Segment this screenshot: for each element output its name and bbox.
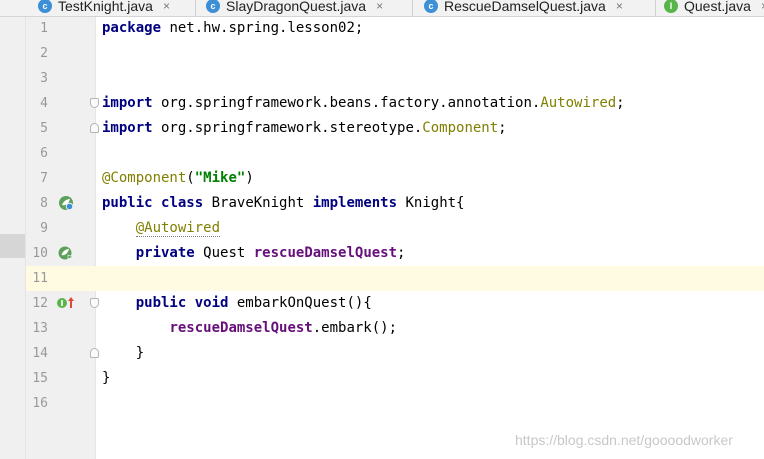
tab-divider xyxy=(195,0,196,16)
code-text[interactable]: package net.hw.spring.lesson02; xyxy=(102,16,363,41)
close-icon[interactable]: × xyxy=(163,0,170,13)
line-number: 15 xyxy=(32,371,48,386)
class-icon: c xyxy=(38,0,52,13)
code-text[interactable]: public class BraveKnight implements Knig… xyxy=(102,191,464,216)
line-number: 1 xyxy=(40,21,48,36)
code-line[interactable]: 3 xyxy=(26,66,764,91)
tab-testknight[interactable]: c TestKnight.java × xyxy=(38,0,170,16)
spring-bean-autowired-icon[interactable] xyxy=(58,245,74,261)
code-text[interactable]: @Component("Mike") xyxy=(102,166,254,191)
line-number: 2 xyxy=(40,46,48,61)
class-icon: c xyxy=(206,0,220,13)
code-text[interactable]: } xyxy=(102,366,110,391)
code-text[interactable]: } xyxy=(102,341,144,366)
line-number: 14 xyxy=(32,346,48,361)
tab-rescuedamselquest[interactable]: c RescueDamselQuest.java × xyxy=(424,0,623,16)
code-line[interactable]: 16 xyxy=(26,391,764,416)
tab-quest[interactable]: I Quest.java × xyxy=(664,0,764,16)
code-line[interactable]: 5 import org.springframework.stereotype.… xyxy=(26,116,764,141)
fold-end-icon[interactable] xyxy=(90,348,99,358)
code-text[interactable]: import org.springframework.beans.factory… xyxy=(102,91,625,116)
line-number: 4 xyxy=(40,96,48,111)
code-line[interactable]: 7 @Component("Mike") xyxy=(26,166,764,191)
code-line[interactable]: 12 public void embarkOnQuest(){ xyxy=(26,291,764,316)
tab-label: SlayDragonQuest.java xyxy=(226,0,367,14)
code-line[interactable]: 2 xyxy=(26,41,764,66)
code-line[interactable]: 8 public class BraveKnight implements Kn… xyxy=(26,191,764,216)
code-line[interactable]: 14 } xyxy=(26,341,764,366)
code-line[interactable]: 15 } xyxy=(26,366,764,391)
line-number: 13 xyxy=(32,321,48,336)
line-number: 8 xyxy=(40,196,48,211)
code-text[interactable]: public void embarkOnQuest(){ xyxy=(102,291,372,316)
line-number: 12 xyxy=(32,296,48,311)
scroll-position-marker xyxy=(0,234,25,258)
tab-divider xyxy=(655,0,656,16)
close-icon[interactable]: × xyxy=(376,0,383,13)
current-code-line[interactable]: 11 xyxy=(26,266,764,291)
line-number: 5 xyxy=(40,121,48,136)
code-text[interactable]: private Quest rescueDamselQuest; xyxy=(102,241,406,266)
spring-bean-icon[interactable] xyxy=(58,195,74,211)
line-number: 6 xyxy=(40,146,48,161)
implements-method-icon[interactable] xyxy=(56,295,76,311)
editor-tab-bar: c TestKnight.java × c SlayDragonQuest.ja… xyxy=(0,0,764,17)
watermark: https://blog.csdn.net/goooodworker xyxy=(515,432,733,448)
line-number: 16 xyxy=(32,396,48,411)
close-icon[interactable]: × xyxy=(616,0,623,13)
line-number: 10 xyxy=(32,246,48,261)
code-line[interactable]: 4 import org.springframework.beans.facto… xyxy=(26,91,764,116)
left-tool-strip xyxy=(0,17,26,459)
tab-label: Quest.java xyxy=(684,0,751,14)
line-number: 11 xyxy=(32,271,48,286)
code-text[interactable]: @Autowired xyxy=(102,216,221,241)
code-line[interactable]: 13 rescueDamselQuest.embark(); xyxy=(26,316,764,341)
class-icon: c xyxy=(424,0,438,13)
fold-end-icon[interactable] xyxy=(90,123,99,133)
tab-divider xyxy=(412,0,413,16)
tab-label: TestKnight.java xyxy=(58,0,153,14)
code-text[interactable]: rescueDamselQuest.embark(); xyxy=(102,316,397,341)
code-line[interactable]: 9 @Autowired xyxy=(26,216,764,241)
line-number: 9 xyxy=(40,221,48,236)
interface-icon: I xyxy=(664,0,678,13)
tab-slaydragonquest[interactable]: c SlayDragonQuest.java × xyxy=(206,0,383,16)
line-number: 3 xyxy=(40,71,48,86)
code-line[interactable]: 6 xyxy=(26,141,764,166)
fold-method-icon[interactable] xyxy=(90,298,99,308)
line-number: 7 xyxy=(40,171,48,186)
tab-label: RescueDamselQuest.java xyxy=(444,0,606,14)
code-line[interactable]: 10 private Quest rescueDamselQuest; xyxy=(26,241,764,266)
fold-imports-icon[interactable] xyxy=(90,98,99,108)
code-line[interactable]: 1 package net.hw.spring.lesson02; xyxy=(26,16,764,41)
code-text[interactable]: import org.springframework.stereotype.Co… xyxy=(102,116,507,141)
